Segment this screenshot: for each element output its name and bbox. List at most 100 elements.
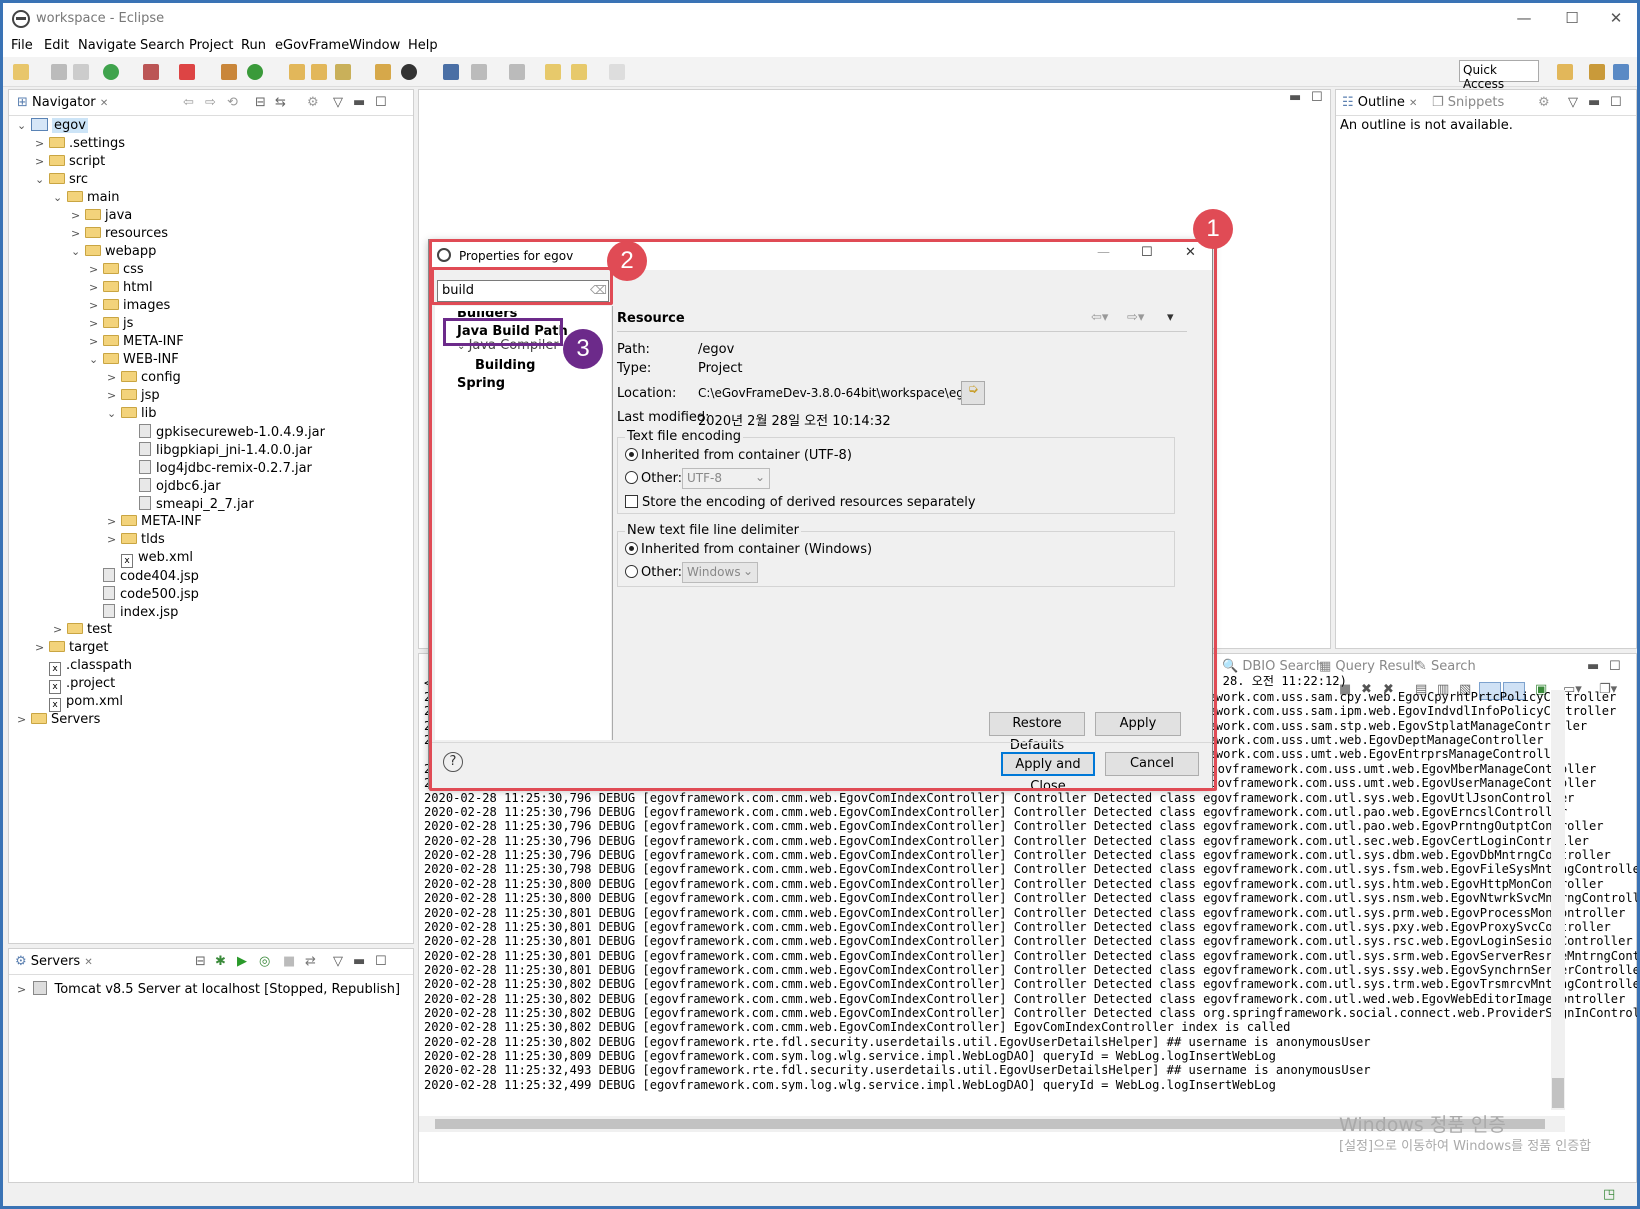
tree-item[interactable]: > images <box>89 298 170 316</box>
tree-item[interactable]: smeapi_2_7.jar <box>125 496 254 514</box>
tree-item[interactable]: x pom.xml <box>35 694 123 712</box>
open-perspective-icon[interactable] <box>1557 64 1573 80</box>
tree-item[interactable]: > .settings <box>35 136 125 154</box>
tree-item[interactable]: > META-INF <box>89 334 184 352</box>
view-menu-icon[interactable]: ▽ <box>1568 95 1578 110</box>
start-server-icon[interactable]: ▶ <box>237 954 247 969</box>
quick-access-input[interactable]: Quick Access <box>1459 60 1539 91</box>
tree-item[interactable]: > java <box>71 208 132 226</box>
tree-item[interactable]: > target <box>35 640 109 658</box>
collapse-icon[interactable]: ⊟ <box>195 954 206 969</box>
forward-icon[interactable] <box>609 64 625 80</box>
egov-perspective-icon[interactable] <box>1613 64 1629 80</box>
tab-outline[interactable]: ☷ Outline ✕ <box>1342 95 1417 110</box>
chevron-right-icon[interactable]: > <box>107 515 121 528</box>
tab-dbio-search[interactable]: 🔍 DBIO Search <box>1222 659 1324 674</box>
tree-item[interactable]: > resources <box>71 226 168 244</box>
tab-search[interactable]: ✎ Search <box>1416 659 1476 674</box>
tree-item[interactable]: ⌄ lib <box>107 406 156 424</box>
minimize-icon[interactable]: — <box>1511 7 1537 29</box>
filter-icon[interactable]: ⚙ <box>307 95 319 110</box>
run-icon[interactable] <box>247 64 263 80</box>
chevron-right-icon[interactable]: > <box>17 983 26 996</box>
tab-snippets[interactable]: ❐ Snippets <box>1432 95 1504 110</box>
chevron-down-icon[interactable]: ⌄ <box>53 191 67 204</box>
chevron-down-icon[interactable]: ⌄ <box>89 353 103 366</box>
stop-icon[interactable] <box>143 64 159 80</box>
menu-help[interactable]: Help <box>408 38 438 53</box>
debug-icon[interactable] <box>103 64 119 80</box>
maximize-view-icon[interactable]: ☐ <box>375 954 387 969</box>
maximize-editor-icon[interactable]: ☐ <box>1311 90 1323 105</box>
chevron-right-icon[interactable]: > <box>71 209 85 222</box>
open-folder-icon[interactable] <box>311 64 327 80</box>
tree-item[interactable]: ⌄ egov <box>17 118 88 136</box>
open-type-icon[interactable] <box>289 64 305 80</box>
tree-item[interactable]: index.jsp <box>89 604 178 622</box>
profile-icon[interactable] <box>401 64 417 80</box>
view-menu-icon[interactable]: ▽ <box>333 954 343 969</box>
snippets-icon[interactable]: ⚙ <box>1538 95 1550 110</box>
chevron-right-icon[interactable]: > <box>107 371 121 384</box>
tree-item[interactable]: ojdbc6.jar <box>125 478 221 496</box>
chevron-right-icon[interactable]: > <box>107 533 121 546</box>
link-editor-icon[interactable]: ⇆ <box>275 95 286 110</box>
chevron-right-icon[interactable]: > <box>35 155 49 168</box>
tree-item[interactable]: x .project <box>35 676 115 694</box>
tree-item[interactable]: > tlds <box>107 532 165 550</box>
tree-item[interactable]: libgpkiapi_jni-1.4.0.0.jar <box>125 442 312 460</box>
chevron-down-icon[interactable]: ⌄ <box>17 119 31 132</box>
save-all-icon[interactable] <box>73 64 89 80</box>
close-tab-icon[interactable]: ✕ <box>84 957 92 968</box>
tree-item[interactable]: ⌄ WEB-INF <box>89 352 179 370</box>
back-icon[interactable] <box>571 64 587 80</box>
menu-run[interactable]: Run <box>241 38 266 53</box>
maximize-view-icon[interactable]: ☐ <box>1609 659 1621 674</box>
java-ee-perspective-icon[interactable] <box>1589 64 1605 80</box>
prev-annotation-icon[interactable] <box>509 64 525 80</box>
minimize-view-icon[interactable]: ▬ <box>353 95 365 110</box>
maximize-view-icon[interactable]: ☐ <box>1610 95 1622 110</box>
tree-item[interactable]: x .classpath <box>35 658 132 676</box>
tree-item[interactable]: code404.jsp <box>89 568 199 586</box>
maximize-icon[interactable]: ☐ <box>1559 7 1585 29</box>
open-task-icon[interactable] <box>375 64 391 80</box>
console-icon[interactable] <box>443 64 459 80</box>
tree-item[interactable]: > config <box>107 370 181 388</box>
new-icon[interactable] <box>13 64 29 80</box>
chevron-right-icon[interactable]: > <box>35 137 49 150</box>
chevron-right-icon[interactable]: > <box>17 713 31 726</box>
tree-item[interactable]: > Servers <box>17 712 100 730</box>
tree-item[interactable]: > script <box>35 154 105 172</box>
minimize-view-icon[interactable]: ▬ <box>1588 95 1600 110</box>
menu-egovframe[interactable]: eGovFrame <box>275 38 349 53</box>
chevron-right-icon[interactable]: > <box>89 281 103 294</box>
publish-icon[interactable]: ⇄ <box>305 954 316 969</box>
wizard-icon[interactable] <box>335 64 351 80</box>
menu-edit[interactable]: Edit <box>44 38 69 53</box>
tree-item[interactable]: log4jdbc-remix-0.2.7.jar <box>125 460 312 478</box>
menu-file[interactable]: File <box>11 38 33 53</box>
tree-item[interactable]: > jsp <box>107 388 160 406</box>
tree-item[interactable]: > test <box>53 622 112 640</box>
tab-navigator[interactable]: ⊞ Navigator ✕ <box>17 95 108 110</box>
tree-item[interactable]: > js <box>89 316 133 334</box>
menu-navigate[interactable]: Navigate <box>78 38 136 53</box>
tree-item[interactable]: gpkisecureweb-1.0.4.9.jar <box>125 424 325 442</box>
vertical-scrollbar[interactable] <box>1551 690 1565 1110</box>
chevron-right-icon[interactable]: > <box>53 623 67 636</box>
debug-server-icon[interactable]: ✱ <box>215 954 226 969</box>
tree-item[interactable]: x web.xml <box>107 550 193 568</box>
chevron-right-icon[interactable]: > <box>89 335 103 348</box>
collapse-all-icon[interactable]: ⊟ <box>255 95 266 110</box>
menu-search[interactable]: Search <box>140 38 185 53</box>
tree-item[interactable]: ⌄ main <box>53 190 119 208</box>
chevron-right-icon[interactable]: > <box>107 389 121 402</box>
up-icon[interactable]: ⟲ <box>227 95 238 110</box>
tree-item[interactable]: code500.jsp <box>89 586 199 604</box>
view-menu-icon[interactable]: ▽ <box>333 95 343 110</box>
chevron-right-icon[interactable]: > <box>71 227 85 240</box>
tree-item[interactable]: > META-INF <box>107 514 202 532</box>
close-icon[interactable]: ✕ <box>1603 7 1629 29</box>
minimize-view-icon[interactable]: ▬ <box>1587 659 1599 674</box>
